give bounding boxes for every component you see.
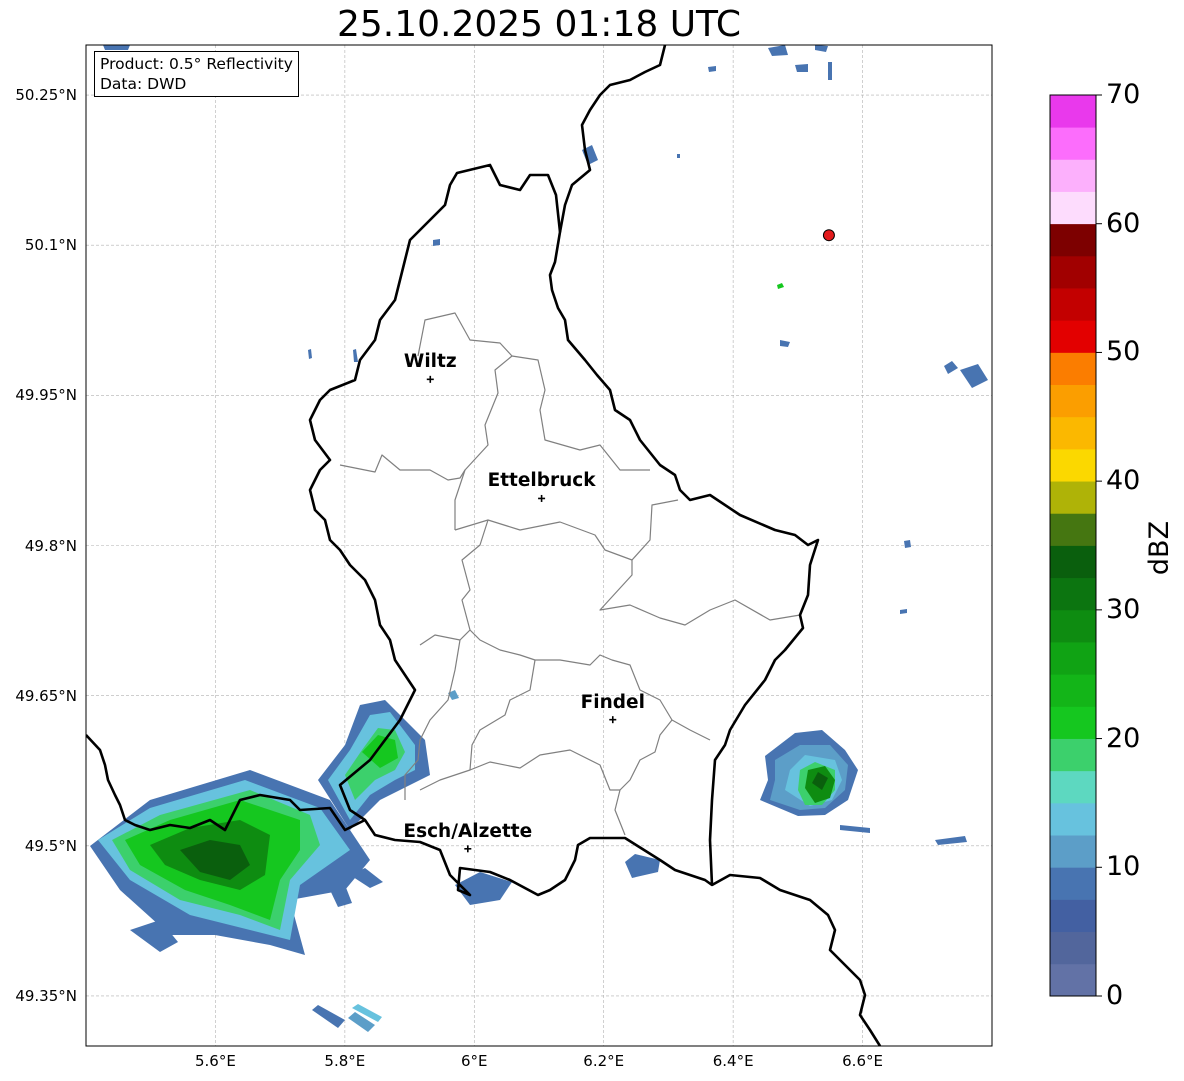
lat-tick-label: 49.95°N bbox=[15, 386, 77, 405]
lat-tick-label: 49.65°N bbox=[15, 686, 77, 705]
lat-tick-label: 49.35°N bbox=[15, 986, 77, 1005]
lon-tick-label: 6.4°E bbox=[712, 1052, 754, 1070]
colorbar-segment bbox=[1050, 448, 1096, 482]
data-source-label: Data: DWD bbox=[100, 75, 187, 93]
colorbar bbox=[1049, 94, 1102, 997]
colorbar-segment bbox=[1050, 802, 1096, 836]
city-label: Ettelbruck bbox=[487, 470, 596, 492]
colorbar-segment bbox=[1050, 320, 1096, 353]
colorbar-segment bbox=[1050, 931, 1096, 965]
lon-tick-label: 6°E bbox=[461, 1052, 488, 1070]
lon-tick-label: 5.6°E bbox=[195, 1052, 236, 1070]
lon-tick-label: 5.8°E bbox=[324, 1052, 366, 1070]
colorbar-segment bbox=[1050, 545, 1096, 579]
colorbar-segment bbox=[1050, 255, 1096, 289]
colorbar-segment bbox=[1050, 867, 1096, 900]
colorbar-tick-label: 50 bbox=[1106, 336, 1141, 368]
colorbar-segment bbox=[1050, 223, 1096, 257]
colorbar-tick-label: 60 bbox=[1106, 207, 1141, 239]
city-label: Wiltz bbox=[403, 351, 457, 373]
lat-tick-label: 49.8°N bbox=[24, 536, 77, 555]
colorbar-tick-label: 20 bbox=[1106, 722, 1141, 754]
colorbar-segment bbox=[1050, 577, 1096, 611]
radar-site-marker bbox=[822, 229, 835, 242]
colorbar-segment bbox=[1050, 159, 1096, 192]
lon-tick-label: 6.6°E bbox=[842, 1052, 883, 1070]
colorbar-segment bbox=[1050, 481, 1096, 514]
colorbar-segment bbox=[1050, 191, 1096, 225]
product-label: Product: 0.5° Reflectivity bbox=[100, 55, 293, 73]
colorbar-segment bbox=[1050, 674, 1096, 707]
city-label: Findel bbox=[580, 691, 645, 713]
lon-tick-label: 6.2°E bbox=[583, 1052, 625, 1070]
colorbar-tick-label: 0 bbox=[1106, 980, 1124, 1011]
colorbar-segment bbox=[1050, 642, 1096, 675]
colorbar-segment bbox=[1050, 95, 1096, 128]
colorbar-segment bbox=[1050, 963, 1096, 997]
colorbar-segment bbox=[1050, 835, 1096, 868]
colorbar-segment bbox=[1050, 770, 1096, 804]
city-label: Esch/Alzette bbox=[403, 820, 533, 842]
colorbar-segment bbox=[1050, 899, 1096, 933]
colorbar-segment bbox=[1050, 127, 1096, 160]
colorbar-tick-label: 30 bbox=[1106, 593, 1141, 625]
lat-tick-label: 50.25°N bbox=[15, 86, 77, 105]
colorbar-segment bbox=[1050, 288, 1096, 321]
lat-tick-label: 49.5°N bbox=[24, 836, 77, 855]
colorbar-segment bbox=[1050, 416, 1096, 450]
colorbar-tick-label: 40 bbox=[1106, 465, 1141, 497]
info-box: Product: 0.5° Reflectivity Data: DWD bbox=[94, 51, 299, 97]
colorbar-tick-label: 10 bbox=[1106, 851, 1141, 883]
map-figure bbox=[85, 44, 1102, 1047]
colorbar-tick-label: 70 bbox=[1106, 79, 1141, 110]
colorbar-unit-label: dBZ bbox=[1144, 520, 1175, 576]
colorbar-segment bbox=[1050, 706, 1096, 739]
colorbar-segment bbox=[1050, 609, 1096, 643]
colorbar-segment bbox=[1050, 738, 1096, 772]
colorbar-segment bbox=[1050, 513, 1096, 546]
colorbar-segment bbox=[1050, 384, 1096, 418]
colorbar-segment bbox=[1050, 352, 1096, 386]
lat-tick-label: 50.1°N bbox=[24, 236, 77, 255]
